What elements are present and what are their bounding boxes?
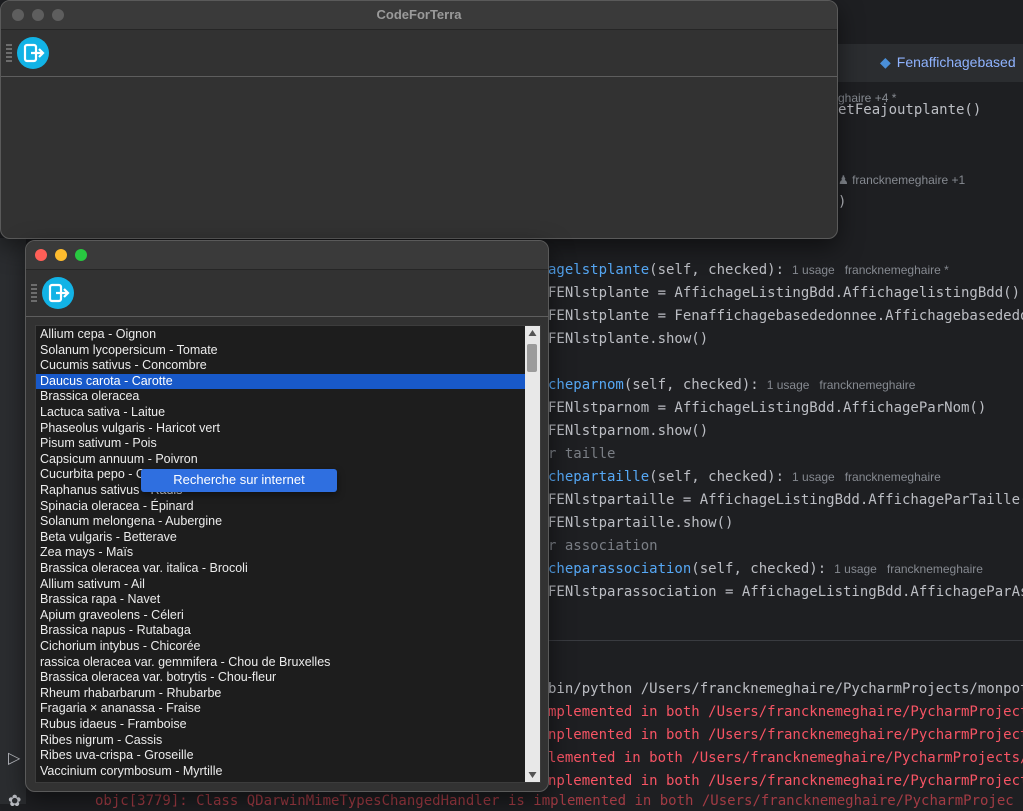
console-output-line: nplemented in both /Users/francknemeghai… [548, 727, 1023, 743]
code-line: chepartaille(self, checked): 1 usage fran… [548, 469, 941, 485]
plant-list-window: Allium cepa - Oignon Solanum lycopersicum… [25, 240, 549, 792]
list-item[interactable]: Capsicum annuum - Poivron [36, 452, 529, 468]
scroll-thumb[interactable] [527, 344, 537, 372]
main-window: CodeForTerra [0, 0, 838, 239]
code-line: cheparnom(self, checked): 1 usage franckn… [548, 377, 916, 393]
list-window-titlebar[interactable] [26, 241, 548, 270]
toolbar-divider [26, 316, 548, 317]
code-line: FENlstparassociation = AffichageListingB… [548, 584, 1023, 600]
list-item[interactable]: rassica oleracea var. gemmifera - Chou d… [36, 655, 529, 671]
list-item[interactable]: Brassica oleracea [36, 389, 529, 405]
editor-tab-label: Fenaffichagebased [896, 54, 1016, 70]
console-output-line: bin/python /Users/francknemeghaire/Pycha… [548, 681, 1023, 697]
list-item[interactable]: Brassica oleracea var. italica - Brocoli [36, 561, 529, 577]
vertical-scrollbar[interactable] [525, 326, 540, 782]
list-item[interactable]: Allium sativum - Ail [36, 577, 529, 593]
exit-button[interactable] [17, 37, 49, 69]
code-line: FENlstplante = AffichageListingBdd.Affic… [548, 285, 1021, 301]
list-item[interactable]: Daucus carota - Carotte [36, 373, 529, 390]
list-item[interactable]: Brassica oleracea var. botrytis - Chou-f… [36, 670, 529, 686]
context-menu: Recherche sur internet [141, 469, 337, 492]
list-item[interactable]: Ribes nigrum - Cassis [36, 733, 529, 749]
python-file-icon: ◆ [880, 54, 891, 70]
code-fragment: ) [838, 194, 847, 210]
list-item[interactable]: Phaseolus vulgaris - Haricot vert [36, 421, 529, 437]
main-window-titlebar[interactable]: CodeForTerra [1, 1, 837, 30]
list-item[interactable]: Zea mays - Maïs [36, 545, 529, 561]
scroll-up-icon [528, 330, 537, 336]
list-item[interactable]: Solanum melongena - Aubergine [36, 514, 529, 530]
run-console[interactable]: bin/python /Users/francknemeghaire/Pycha… [548, 641, 1023, 804]
exit-button[interactable] [42, 277, 74, 309]
list-item[interactable]: Pisum sativum - Pois [36, 436, 529, 452]
list-item[interactable]: Apium graveolens - Céleri [36, 608, 529, 624]
code-line: FENlstpartaille = AffichageListingBdd.Af… [548, 492, 1023, 508]
code-line: FENlstparnom = AffichageListingBdd.Affic… [548, 400, 987, 416]
code-line: FENlstplante.show() [548, 331, 709, 347]
toolbar-grip-handle[interactable] [6, 44, 12, 62]
context-menu-item-search-internet[interactable]: Recherche sur internet [141, 472, 337, 487]
main-toolbar [1, 30, 837, 76]
list-item[interactable]: Solanum lycopersicum - Tomate [36, 343, 529, 359]
list-item[interactable]: Brassica napus - Rutabaga [36, 623, 529, 639]
list-item[interactable]: Fragaria × ananassa - Fraise [36, 701, 529, 717]
console-output-line: objc[3779]: Class QDarwinMimeTypesChange… [95, 793, 1014, 809]
console-output-line: lemented in both /Users/francknemeghaire… [548, 750, 1023, 766]
exit-icon [48, 283, 70, 303]
console-output-line: nplemented in both /Users/francknemeghai… [548, 773, 1023, 789]
code-line: r association [548, 538, 658, 554]
python-console-icon[interactable]: ✿ [8, 791, 21, 811]
list-item[interactable]: Rheum rhabarbarum - Rhubarbe [36, 686, 529, 702]
console-output-line: mplemented in both /Users/francknemeghai… [548, 704, 1023, 720]
inlay-hint: ♟ francknemeghaire +1 [838, 173, 966, 187]
list-item[interactable]: Ribes uva-crispa - Groseille [36, 748, 529, 764]
run-icon[interactable]: ▷ [8, 748, 20, 768]
code-line: FENlstplante = Fenaffichagebasededonnee.… [548, 308, 1023, 324]
editor-tab[interactable]: ◆ Fenaffichagebased [880, 54, 1016, 71]
plant-list[interactable]: Allium cepa - Oignon Solanum lycopersicum… [35, 325, 541, 783]
window-title: CodeForTerra [376, 7, 462, 22]
user-icon: ♟ [838, 173, 853, 187]
exit-icon [23, 43, 45, 63]
code-line: agelstplante(self, checked): 1 usage fran… [548, 262, 949, 278]
list-window-toolbar [26, 270, 548, 316]
minimize-button[interactable] [55, 249, 67, 261]
scroll-down-icon [528, 772, 537, 778]
list-item[interactable]: Brassica rapa - Navet [36, 592, 529, 608]
list-item[interactable]: Vaccinium corymbosum - Myrtille [36, 764, 529, 780]
list-item[interactable]: Allium cepa - Oignon [36, 327, 529, 343]
list-item[interactable]: Lactuca sativa - Laitue [36, 405, 529, 421]
list-item[interactable]: Cichorium intybus - Chicorée [36, 639, 529, 655]
code-line: cheparassociation(self, checked): 1 usage… [548, 561, 983, 577]
code-line: FENlstparnom.show() [548, 423, 709, 439]
list-item[interactable]: Cucumis sativus - Concombre [36, 358, 529, 374]
ide-left-toolbar: ▷ ✿ [0, 238, 26, 810]
editor-tabbar: ◆ Fenaffichagebased [838, 44, 1023, 83]
code-fragment: etFeajoutplante() [838, 102, 982, 118]
code-line: r taille [548, 446, 616, 462]
scroll-down-button[interactable] [525, 768, 540, 782]
scroll-up-button[interactable] [525, 326, 540, 340]
list-item[interactable]: Spinacia oleracea - Épinard [36, 499, 529, 515]
code-line: FENlstpartaille.show() [548, 515, 734, 531]
toolbar-grip-handle[interactable] [31, 284, 37, 302]
zoom-button[interactable] [75, 249, 87, 261]
close-button[interactable] [35, 249, 47, 261]
list-item[interactable]: Rubus idaeus - Framboise [36, 717, 529, 733]
toolbar-divider [1, 76, 837, 77]
list-item[interactable]: Beta vulgaris - Betterave [36, 530, 529, 546]
